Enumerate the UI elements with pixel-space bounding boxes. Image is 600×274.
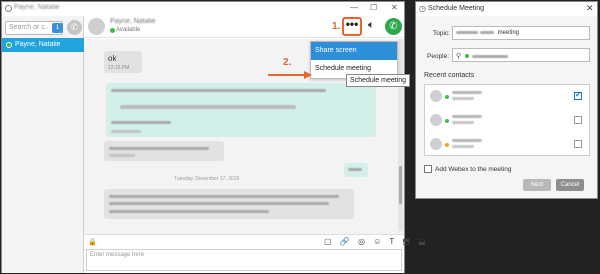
people-label: People:: [427, 53, 450, 60]
people-field[interactable]: ⚲: [452, 48, 590, 62]
sidebar: Search or c... 1 ✆ Payne, Natalie: [2, 16, 84, 273]
presence-icon: [110, 28, 115, 33]
conversation-header: Payne, Natalie Available 1. ••• 🔈︎ ✆: [84, 16, 404, 38]
app-icon: [5, 5, 12, 12]
presence-icon: [445, 119, 449, 123]
dialog-titlebar: ◷ Schedule Meeting ✕: [416, 2, 597, 16]
list-item[interactable]: [425, 133, 589, 157]
step-1-annotation: 1.: [332, 21, 341, 32]
arrow-annotation-icon: [268, 71, 312, 79]
contact-checkbox[interactable]: [574, 90, 582, 100]
step-2-annotation: 2.: [283, 57, 292, 68]
next-button[interactable]: Next: [523, 179, 551, 191]
meeting-icon: ◷: [419, 4, 426, 13]
webex-label: Add Webex to the meeting: [435, 166, 512, 173]
recent-contacts-list: [424, 84, 590, 156]
contact-name: Payne, Natalie: [15, 41, 61, 48]
message-bubble: [104, 141, 224, 161]
presence-icon: [464, 54, 469, 59]
tooltip: Schedule meeting: [346, 74, 410, 87]
avatar: [430, 138, 442, 150]
topic-field[interactable]: meeting: [452, 26, 590, 40]
compose-toolbar: 🔒 ▢ 🔗 ◎ ☺ T ⬒ ⬓: [84, 234, 426, 248]
topic-label: Topic:: [433, 30, 450, 37]
message-bubble: [106, 83, 376, 137]
chat-titlebar: Payne, Natalie — ☐ ✕: [2, 2, 404, 16]
message-bubble: [344, 163, 368, 177]
dialpad-icon[interactable]: ✆: [67, 20, 82, 35]
menu-item-share-screen[interactable]: Share screen: [311, 42, 397, 60]
webex-checkbox[interactable]: [424, 165, 432, 173]
speaker-icon[interactable]: 🔈︎: [368, 19, 375, 32]
list-item[interactable]: [425, 109, 589, 133]
avatar: [430, 114, 442, 126]
contact-list-item-selected[interactable]: Payne, Natalie: [2, 38, 84, 52]
message-text: ok: [108, 54, 117, 63]
chat-window: Payne, Natalie — ☐ ✕ Search or c... 1 ✆ …: [1, 1, 426, 273]
chat-window-title: Payne, Natalie: [14, 4, 60, 11]
dialog-title: Schedule Meeting: [428, 5, 485, 12]
avatar: [430, 90, 442, 102]
minimize-icon[interactable]: —: [350, 3, 358, 12]
lock-icon: 🔒: [88, 239, 97, 246]
contact-checkbox[interactable]: [574, 140, 582, 148]
maximize-icon[interactable]: ☐: [370, 3, 377, 12]
header-status: Available: [116, 27, 141, 33]
cancel-button[interactable]: Cancel: [556, 179, 584, 191]
header-contact-name: Payne, Natalie: [110, 18, 156, 25]
search-count-badge[interactable]: 1: [52, 23, 63, 33]
date-separator: Tuesday, December 17, 2019: [174, 176, 240, 182]
formatting-icons[interactable]: ▢ 🔗 ◎ ☺ T ⬒ ⬓: [324, 237, 429, 246]
message-input[interactable]: Enter message here: [86, 249, 402, 271]
scrollbar-thumb[interactable]: [399, 166, 402, 204]
more-options-button[interactable]: •••: [342, 17, 362, 36]
presence-icon: [6, 42, 12, 48]
close-icon[interactable]: ✕: [586, 3, 594, 14]
search-icon: ⚲: [456, 53, 462, 60]
screen: Payne, Natalie — ☐ ✕ Search or c... 1 ✆ …: [0, 0, 600, 274]
search-placeholder: Search or c...: [9, 24, 51, 31]
topic-value: meeting: [497, 30, 520, 36]
conversation-pane: Payne, Natalie Available 1. ••• 🔈︎ ✆ ok …: [84, 16, 426, 273]
recent-contacts-label: Recent contacts: [424, 72, 475, 79]
message-time: 12:15 PM: [108, 65, 130, 71]
message-input-placeholder: Enter message here: [90, 252, 145, 258]
message-bubble: [104, 189, 354, 219]
avatar[interactable]: [88, 18, 105, 35]
presence-icon: [445, 95, 449, 99]
list-item[interactable]: [425, 85, 589, 109]
contact-checkbox[interactable]: [574, 116, 582, 124]
call-button[interactable]: ✆: [385, 18, 402, 35]
schedule-meeting-dialog: ◷ Schedule Meeting ✕ Topic: meeting Peop…: [415, 1, 598, 199]
close-icon[interactable]: ✕: [391, 3, 398, 12]
presence-icon: [445, 143, 449, 147]
